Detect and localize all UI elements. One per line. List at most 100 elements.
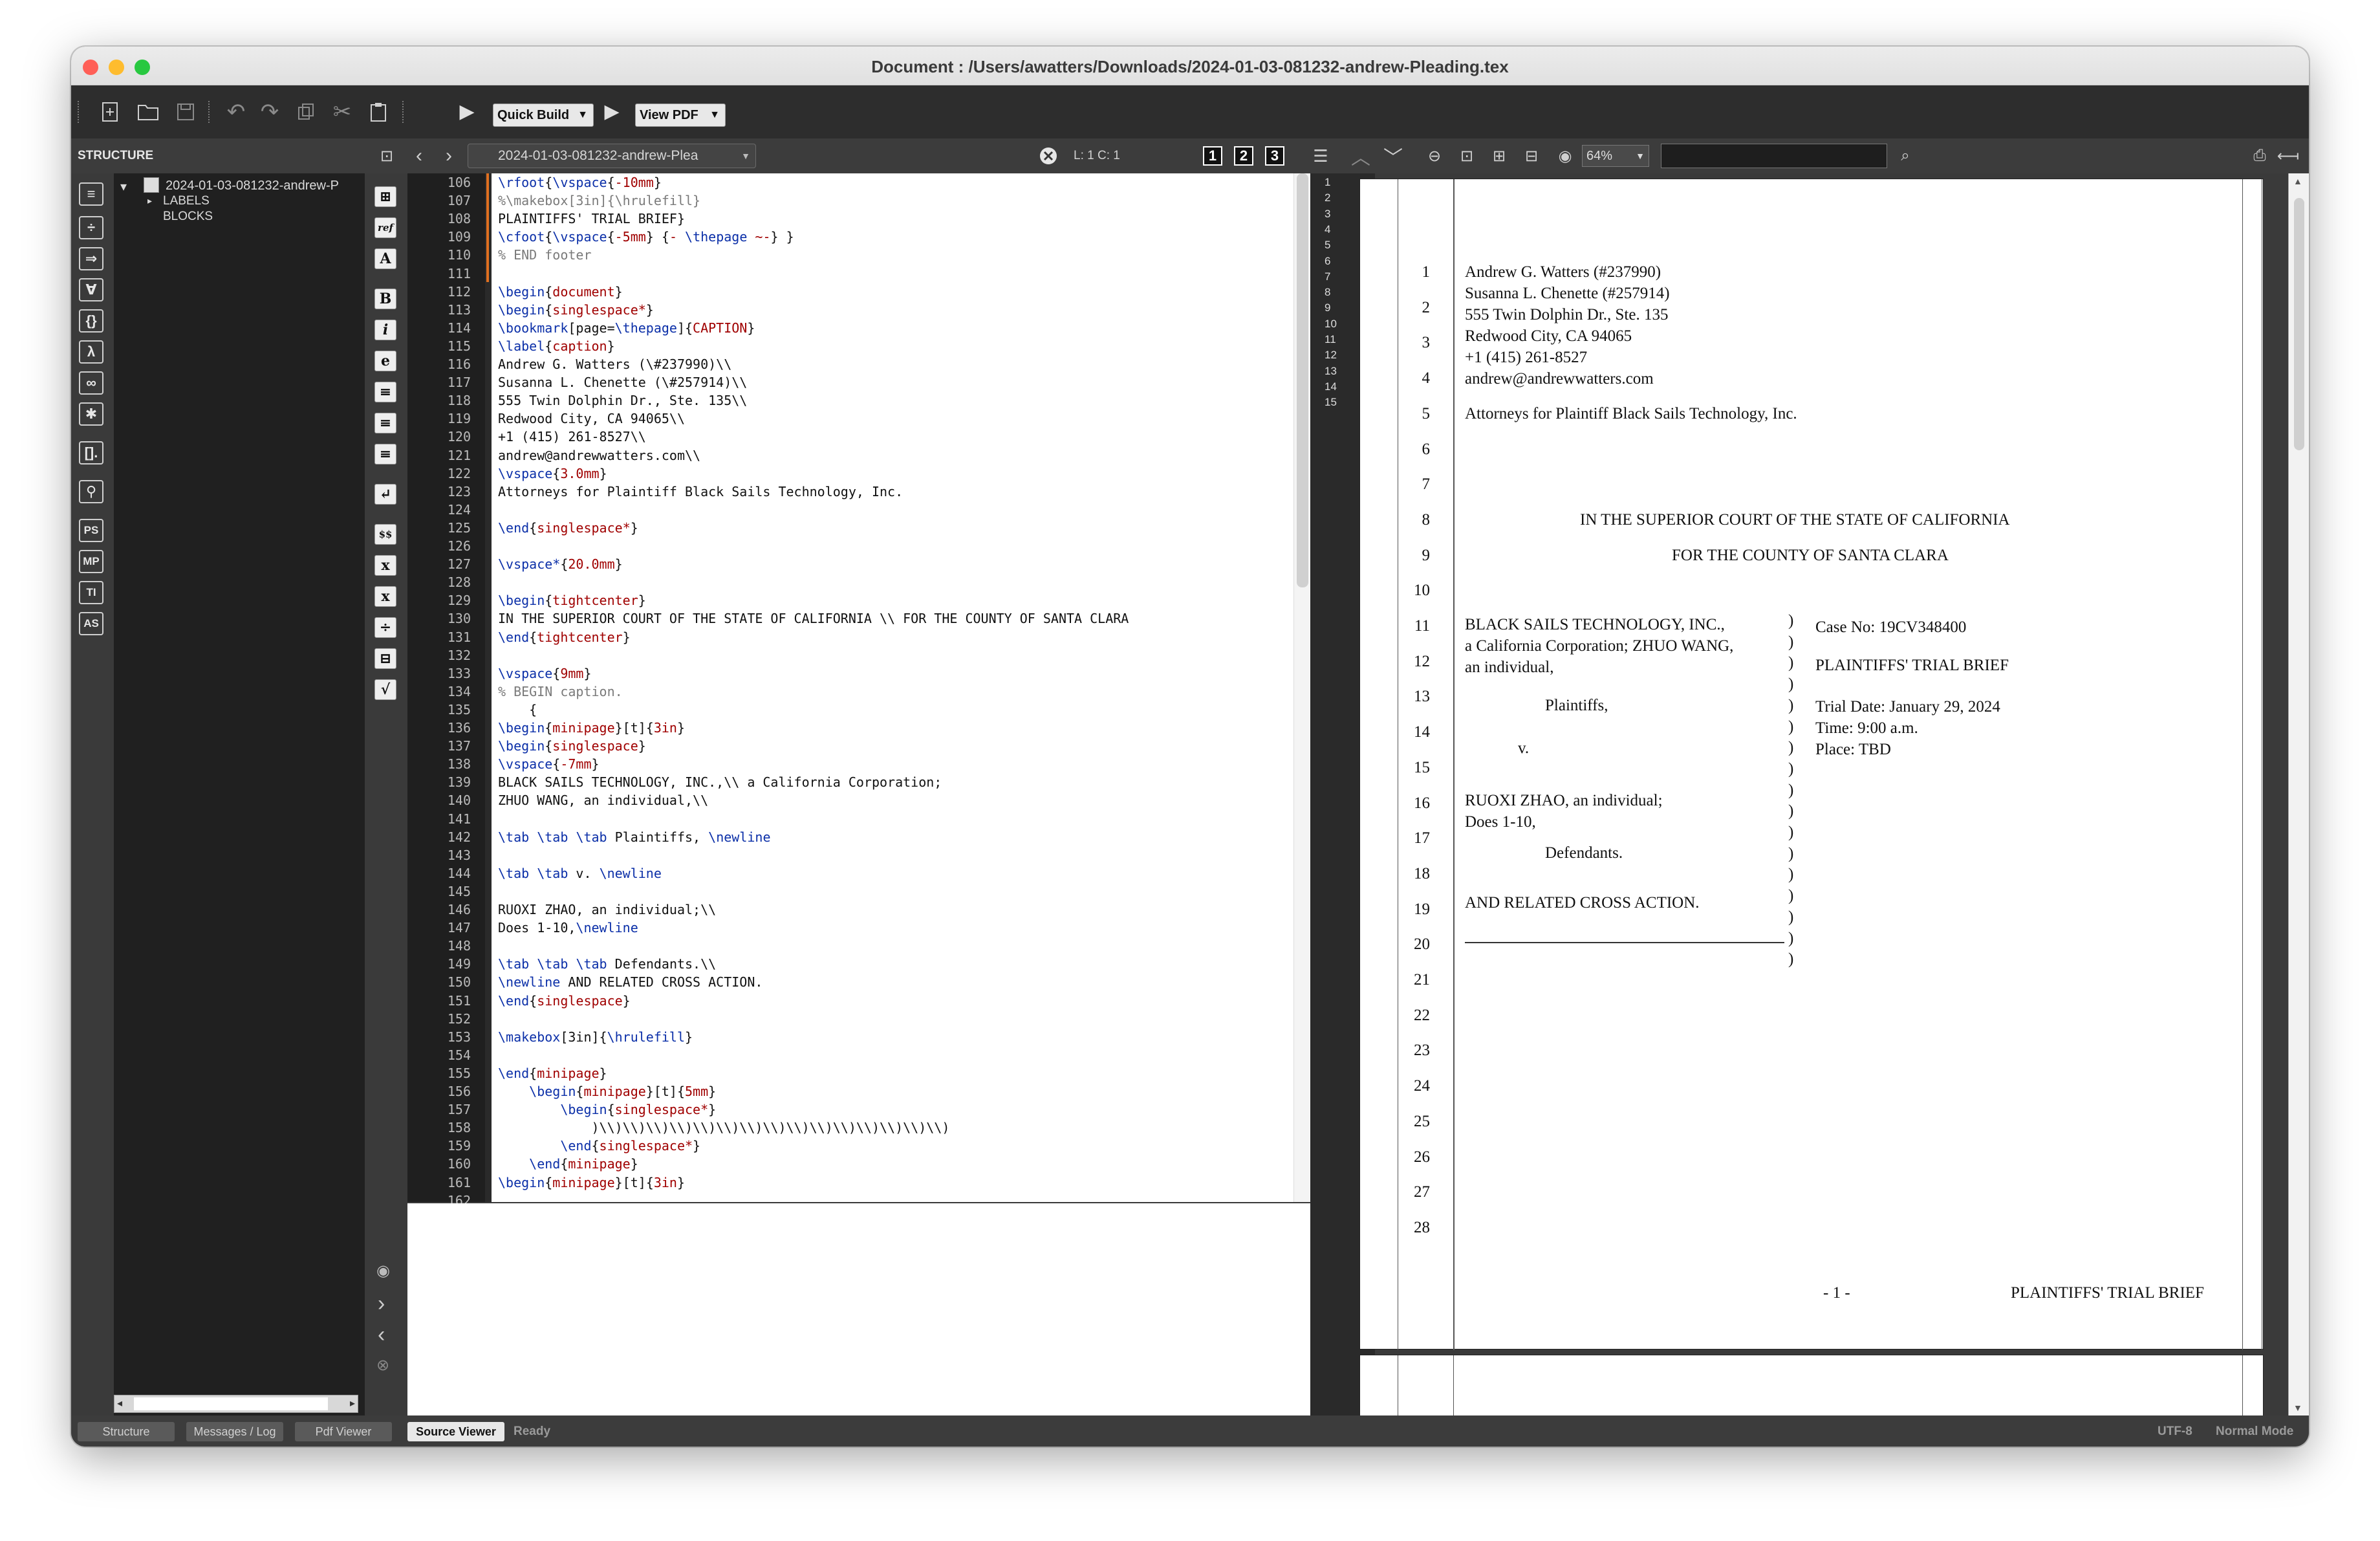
code-line[interactable]: \end{tightcenter} — [498, 629, 631, 645]
asymptote-icon[interactable]: AS — [79, 612, 103, 635]
layout-3-icon[interactable]: 3 — [1264, 144, 1286, 168]
editor-scrollbar[interactable] — [1293, 173, 1310, 1202]
code-line[interactable]: % END footer — [498, 247, 592, 263]
code-line[interactable]: Does 1-10,\newline — [498, 920, 638, 935]
asterisk-icon[interactable]: ✱ — [79, 402, 103, 426]
outline-number[interactable]: 15 — [1325, 396, 1337, 409]
scrollbar-thumb[interactable] — [2294, 198, 2304, 450]
arrows-icon[interactable]: ⇒ — [79, 247, 103, 270]
code-line[interactable]: )\\)\\)\\)\\)\\)\\)\\)\\)\\)\\)\\)\\)\\)… — [498, 1120, 949, 1135]
code-line[interactable]: \end{singlespace*} — [498, 520, 638, 536]
outline-number[interactable]: 7 — [1325, 270, 1330, 283]
lambda-icon[interactable]: λ — [79, 340, 103, 364]
code-line[interactable]: IN THE SUPERIOR COURT OF THE STATE OF CA… — [498, 611, 1129, 626]
copy-icon[interactable] — [291, 85, 321, 138]
scroll-down-icon[interactable]: ▼ — [2293, 1403, 2302, 1413]
tree-blocks-item[interactable]: BLOCKS — [163, 210, 213, 224]
tab-pdf-viewer[interactable]: Pdf Viewer — [295, 1422, 392, 1441]
chevron-right-icon[interactable]: ▸ — [147, 195, 152, 206]
outline-number[interactable]: 12 — [1325, 349, 1337, 362]
code-line[interactable]: \tab \tab \tab Defendants.\\ — [498, 956, 716, 972]
tikz-icon[interactable]: TI — [79, 581, 103, 604]
code-line[interactable]: \begin{minipage}[t]{3in} — [498, 720, 685, 736]
scroll-right-icon[interactable]: ▸ — [350, 1397, 355, 1410]
close-tab-icon[interactable] — [1037, 144, 1059, 168]
previous-page-icon[interactable]: ︿ — [1349, 144, 1372, 169]
code-line[interactable]: PLAINTIFFS' TRIAL BRIEF} — [498, 211, 685, 226]
scrollbar-thumb[interactable] — [134, 1397, 328, 1410]
tab-structure[interactable]: Structure — [78, 1422, 175, 1441]
structure-list-icon[interactable]: ≡ — [79, 182, 103, 206]
quick-build-dropdown[interactable]: Quick Build ▼ — [493, 104, 594, 127]
back-arrow-icon[interactable]: ‹ — [378, 1322, 385, 1348]
eye-icon[interactable]: ◉ — [1553, 144, 1577, 168]
pstricks-icon[interactable]: PS — [79, 519, 103, 542]
new-document-icon[interactable] — [96, 85, 125, 138]
fit-page-icon[interactable]: ⊡ — [1455, 144, 1478, 168]
pdf-page-2[interactable] — [1359, 1355, 2264, 1420]
redo-icon[interactable]: ↷ — [255, 85, 285, 138]
code-line[interactable]: Attorneys for Plaintiff Black Sails Tech… — [498, 484, 903, 499]
sqrt-icon[interactable]: √ — [374, 679, 396, 700]
code-line[interactable]: \begin{tightcenter} — [498, 593, 646, 608]
code-line[interactable]: Redwood City, CA 94065\\ — [498, 411, 685, 426]
code-line[interactable]: \vspace{9mm} — [498, 666, 592, 681]
outline-number[interactable]: 6 — [1325, 255, 1330, 268]
code-line[interactable]: 555 Twin Dolphin Dr., Ste. 135\\ — [498, 393, 747, 408]
quick-build-run-icon[interactable]: ▶ — [454, 85, 480, 138]
delimiters-icon[interactable]: {} — [79, 309, 103, 333]
code-line[interactable]: \begin{document} — [498, 284, 623, 300]
code-line[interactable]: \tab \tab v. \newline — [498, 866, 662, 881]
code-line[interactable]: \label{caption} — [498, 338, 615, 354]
list-view-icon[interactable]: ☰ — [1309, 144, 1332, 168]
code-line[interactable]: \vspace*{20.0mm} — [498, 556, 623, 572]
outline-number[interactable]: 5 — [1325, 239, 1330, 252]
newline-icon[interactable]: ↵ — [374, 484, 396, 505]
ref-icon[interactable]: ref — [374, 217, 396, 238]
tree-disclosure-icon[interactable]: ▾ — [120, 179, 127, 195]
forall-icon[interactable]: ∀ — [79, 278, 103, 301]
emphasis-icon[interactable]: e — [374, 351, 396, 371]
relation-icon[interactable]: ÷ — [79, 216, 103, 239]
code-line[interactable]: \vspace{-7mm} — [498, 756, 600, 772]
pdf-search-input[interactable] — [1661, 144, 1887, 168]
paste-icon[interactable] — [363, 85, 393, 138]
code-line[interactable]: %\makebox[3in]{\hrulefill} — [498, 193, 700, 208]
code-line[interactable]: \begin{minipage}[t]{3in} — [498, 1175, 685, 1190]
dfrac-icon[interactable]: ⊟ — [374, 648, 396, 669]
align-right-icon[interactable]: ≡ — [374, 444, 396, 464]
cut-icon[interactable]: ✂ — [327, 85, 357, 138]
code-line[interactable]: ZHUO WANG, an individual,\\ — [498, 792, 708, 808]
code-line[interactable]: RUOXI ZHAO, an individual;\\ — [498, 902, 716, 917]
infinity-icon[interactable]: ∞ — [79, 371, 103, 395]
code-line[interactable]: \end{minipage} — [498, 1066, 607, 1081]
scroll-up-icon[interactable]: ▲ — [2293, 176, 2302, 186]
tree-labels-item[interactable]: LABELS — [163, 194, 210, 208]
code-line[interactable]: \begin{minipage}[t]{5mm} — [498, 1084, 716, 1099]
accent-icon[interactable]: ⚲ — [79, 480, 103, 503]
eye-icon[interactable]: ◉ — [376, 1262, 390, 1280]
pdf-page[interactable]: 1 2 3 4 5 6 7 8 9 10 11 12 13 14 15 16 17 18 19 20 21 22 23 24 2… — [1359, 179, 2264, 1350]
scroll-left-icon[interactable]: ◂ — [117, 1397, 122, 1410]
print-icon[interactable]: ⎙ — [2248, 144, 2271, 168]
zoom-out-icon[interactable]: ⊟ — [1520, 144, 1543, 168]
outline-number[interactable]: 10 — [1325, 318, 1337, 331]
outline-number[interactable]: 8 — [1325, 286, 1330, 299]
outline-number[interactable]: 1 — [1325, 176, 1330, 189]
outline-number[interactable]: 4 — [1325, 223, 1330, 236]
image-icon[interactable]: ⊡ — [375, 144, 398, 168]
tab-messages-log[interactable]: Messages / Log — [186, 1422, 283, 1441]
tab-source-viewer[interactable]: Source Viewer — [407, 1422, 504, 1441]
forward-arrow-icon[interactable]: › — [437, 144, 460, 168]
outline-number[interactable]: 13 — [1325, 365, 1337, 378]
stop-icon[interactable]: ⊗ — [376, 1356, 389, 1375]
outline-number[interactable]: 11 — [1325, 333, 1336, 346]
code-line[interactable]: \cfoot{\vspace{-5mm} {- \thepage ~-} } — [498, 229, 794, 245]
outline-number[interactable]: 9 — [1325, 301, 1330, 314]
zoom-select[interactable]: 64% ▼ — [1582, 145, 1649, 167]
tree-horizontal-scrollbar[interactable]: ◂ ▸ — [114, 1395, 358, 1413]
italic-icon[interactable]: i — [374, 320, 396, 340]
code-line[interactable]: \end{singlespace*} — [498, 1138, 700, 1153]
code-editor[interactable]: \rfoot{\vspace{-10mm} %\makebox[3in]{\hru… — [492, 173, 1293, 1202]
code-line[interactable]: \end{minipage} — [498, 1156, 638, 1172]
